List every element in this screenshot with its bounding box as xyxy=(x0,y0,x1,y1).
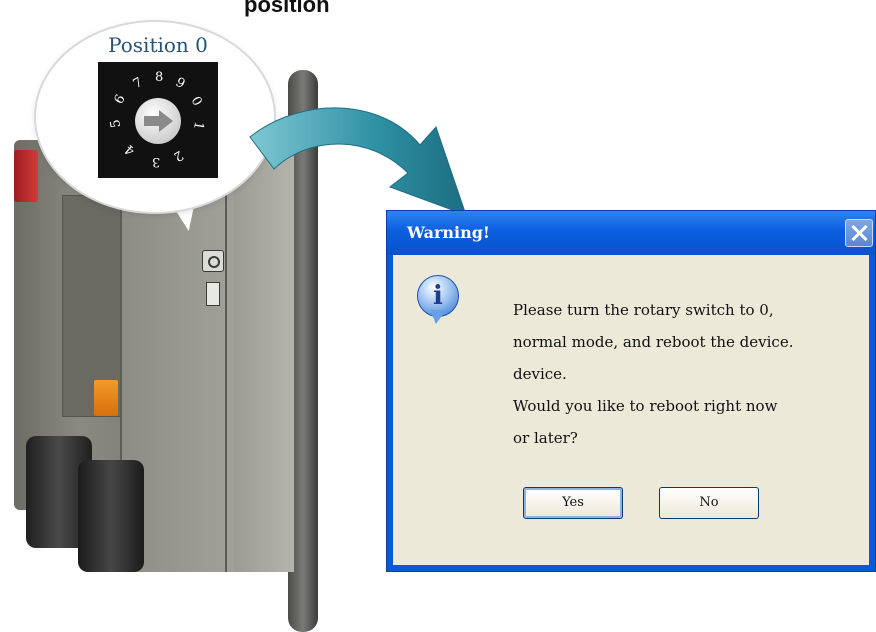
dial-digit-1: 1 xyxy=(190,120,207,131)
dial-digit-9: 9 xyxy=(172,74,188,93)
curved-arrow-icon xyxy=(249,107,467,216)
warning-dialog: Warning! i Please turn the rotary switch… xyxy=(386,210,876,572)
rotary-dial: 6 7 8 9 0 1 2 3 4 5 xyxy=(98,62,218,178)
dialog-title: Warning! xyxy=(407,223,490,242)
dial-digit-4: 4 xyxy=(122,141,139,158)
dial-digit-5: 5 xyxy=(108,118,125,129)
dial-digit-6: 6 xyxy=(111,92,129,107)
dialog-message: Please turn the rotary switch to 0, norm… xyxy=(513,294,843,454)
dial-digit-2: 2 xyxy=(170,146,186,165)
rotary-knob-icon xyxy=(135,98,181,144)
message-line: Please turn the rotary switch to 0, xyxy=(513,301,774,319)
callout-title: Position 0 xyxy=(108,33,208,57)
yes-button[interactable]: Yes xyxy=(523,487,623,519)
yes-button-label: Yes xyxy=(562,495,584,510)
cable-gland-right xyxy=(78,460,144,572)
message-line: device. xyxy=(513,365,567,383)
dial-digit-3: 3 xyxy=(152,154,161,169)
dialog-client: i Please turn the rotary switch to 0, no… xyxy=(393,255,869,565)
dial-digit-0: 0 xyxy=(187,94,205,109)
device-front-seam xyxy=(225,136,227,572)
dial-digit-8: 8 xyxy=(155,70,164,85)
message-line: normal mode, and reboot the device. xyxy=(513,333,794,351)
dial-digit-7: 7 xyxy=(130,74,146,93)
heading-fragment: position xyxy=(244,0,330,17)
dialog-titlebar: Warning! xyxy=(387,211,875,255)
message-line: or later? xyxy=(513,429,578,447)
info-icon: i xyxy=(417,275,459,324)
dip-switch xyxy=(206,282,220,306)
message-line: Would you like to reboot right now xyxy=(513,397,778,415)
device-orange-connector xyxy=(94,380,118,416)
device-red-connector xyxy=(14,150,38,202)
no-button-label: No xyxy=(699,495,719,510)
close-button[interactable] xyxy=(845,219,873,247)
rotary-switch xyxy=(202,250,224,272)
no-button[interactable]: No xyxy=(659,487,759,519)
info-glyph: i xyxy=(433,281,443,311)
